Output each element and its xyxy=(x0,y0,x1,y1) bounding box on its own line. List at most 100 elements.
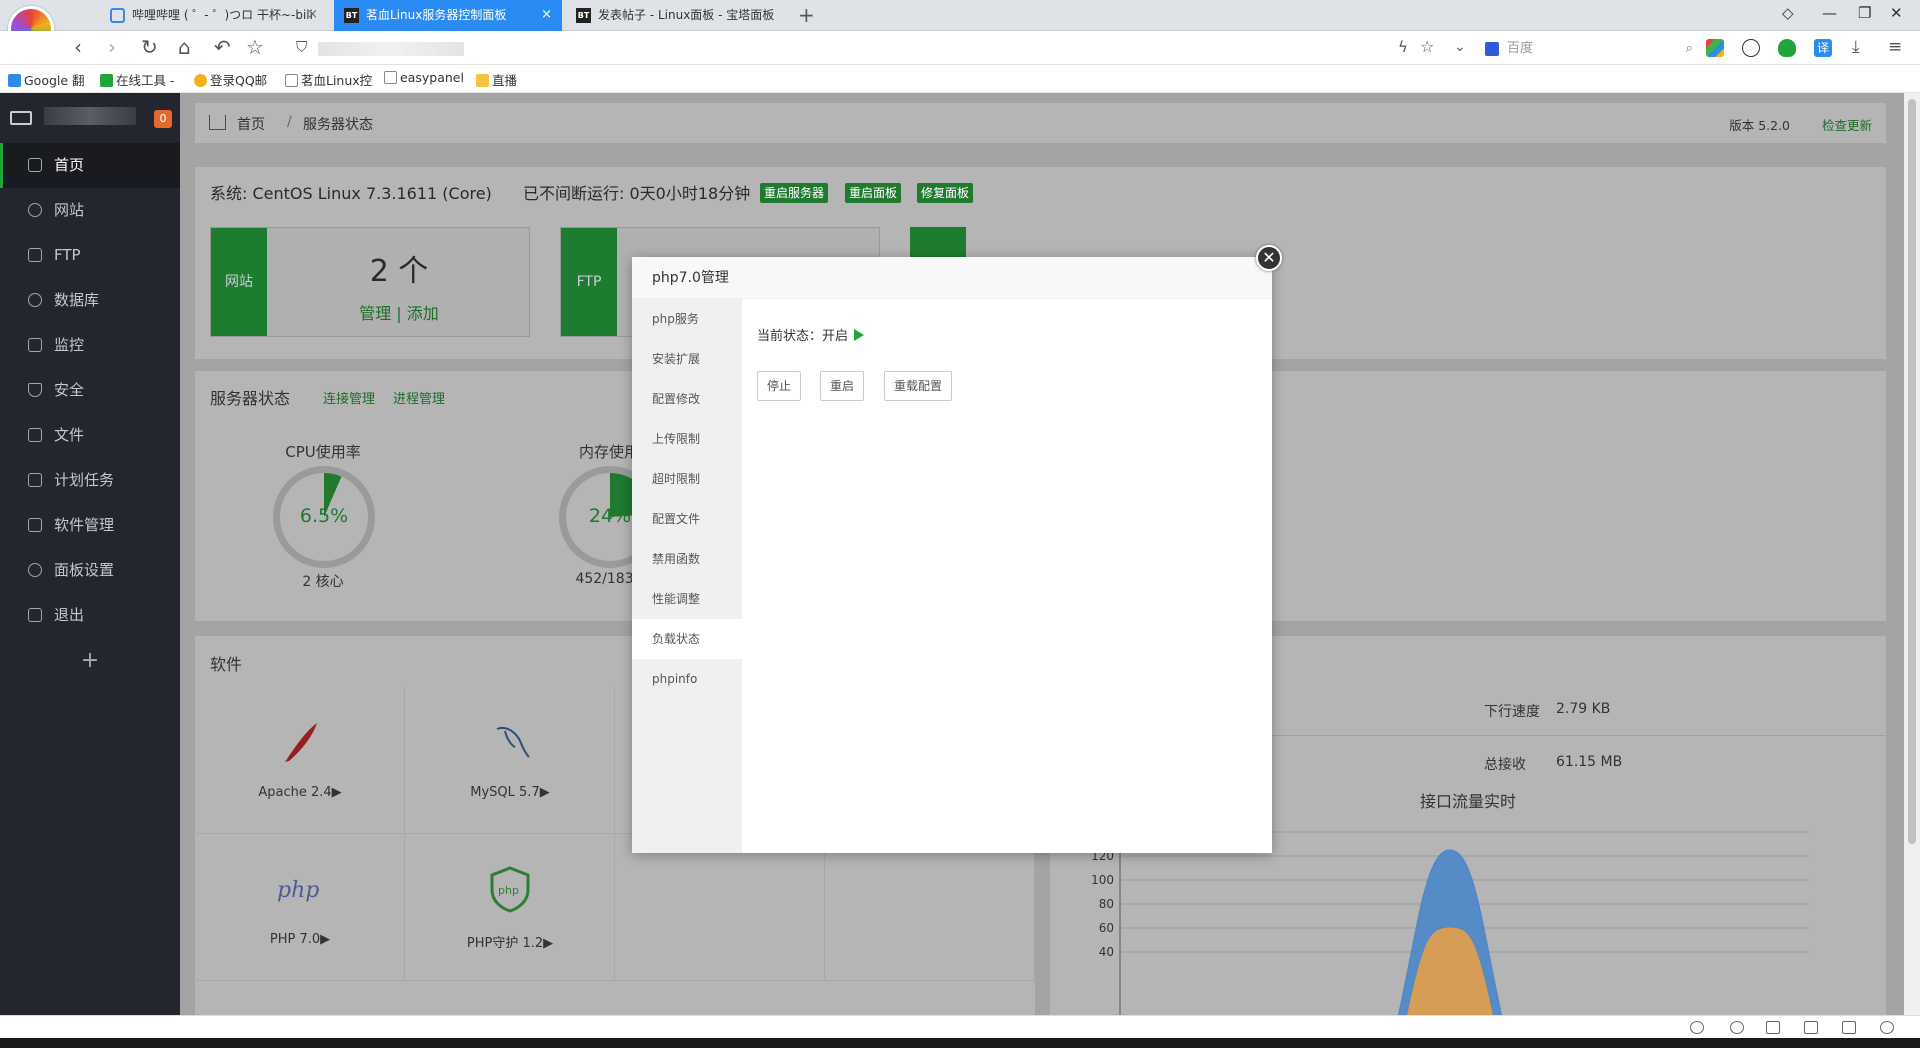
restart-button[interactable]: 重启 xyxy=(820,371,865,401)
tool-icon xyxy=(100,74,113,87)
restart-panel-button[interactable]: 重启面板 xyxy=(845,183,902,203)
os-taskbar xyxy=(0,1038,1920,1048)
skin-icon[interactable]: ◇ xyxy=(1782,4,1794,22)
software-item[interactable]: MySQL 5.7▶ xyxy=(405,687,615,834)
sidebar-item-settings[interactable]: 面板设置 xyxy=(0,548,180,593)
star-icon[interactable]: ☆ xyxy=(246,36,264,58)
php-manage-dialog: php7.0管理 php服务 安装扩展 配置修改 上传限制 超时限制 配置文件 … xyxy=(632,257,1272,853)
software-item[interactable]: php PHP守护 1.2▶ xyxy=(405,834,615,981)
breadcrumb-home[interactable]: 首页 xyxy=(237,114,265,134)
home-icon xyxy=(209,115,226,130)
sidebar-item-monitor[interactable]: 监控 xyxy=(0,323,180,368)
cat-icon[interactable] xyxy=(1742,39,1760,57)
back-icon[interactable]: ‹ xyxy=(74,36,82,58)
sound-icon[interactable] xyxy=(1804,1021,1818,1034)
sidebar-item-security[interactable]: 安全 xyxy=(0,368,180,413)
sidebar-add-button[interactable]: + xyxy=(0,638,180,683)
apps-icon[interactable] xyxy=(1706,39,1724,57)
software-item[interactable]: php PHP 7.0▶ xyxy=(195,834,405,981)
undo-icon[interactable]: ↶ xyxy=(214,36,231,58)
y-tick-label: 100 xyxy=(1091,873,1114,887)
page-scrollbar[interactable] xyxy=(1904,93,1920,1015)
repair-panel-button[interactable]: 修复面板 xyxy=(917,183,974,203)
menu-install-ext[interactable]: 安装扩展 xyxy=(632,339,742,379)
restore-icon[interactable]: ❐ xyxy=(1858,4,1871,22)
security-guard-icon[interactable] xyxy=(1778,39,1796,57)
sidebar-item-site[interactable]: 网站 xyxy=(0,188,180,233)
sidebar-item-logout[interactable]: 退出 xyxy=(0,593,180,638)
stop-button[interactable]: 停止 xyxy=(757,371,802,401)
cpu-gauge[interactable]: 6.5% xyxy=(273,466,375,568)
new-tab-button[interactable]: + xyxy=(798,3,815,27)
message-badge[interactable]: 0 xyxy=(154,110,172,128)
zoom-icon[interactable] xyxy=(1880,1021,1894,1034)
site-links[interactable]: 管理 | 添加 xyxy=(267,300,531,324)
bookmark-star-icon[interactable]: ☆ xyxy=(1420,36,1434,58)
home-icon[interactable]: ⌂ xyxy=(178,36,191,58)
menu-load-status[interactable]: 负载状态 xyxy=(632,619,742,659)
globe-icon xyxy=(28,203,42,217)
down-speed-value: 2.79 KB xyxy=(1556,701,1611,717)
url-input[interactable] xyxy=(318,42,464,56)
y-tick-label: 60 xyxy=(1099,921,1114,935)
bookmark-item[interactable]: 直播 xyxy=(476,70,517,89)
software-item[interactable]: Apache 2.4▶ xyxy=(195,687,405,834)
speed-icon[interactable] xyxy=(1730,1021,1744,1034)
menu-phpinfo[interactable]: phpinfo xyxy=(632,659,742,699)
sidebar-item-files[interactable]: 文件 xyxy=(0,413,180,458)
menu-config-file[interactable]: 配置文件 xyxy=(632,499,742,539)
menu-timeout-limit[interactable]: 超时限制 xyxy=(632,459,742,499)
process-manage-link[interactable]: 进程管理 xyxy=(393,388,445,407)
rocket-icon[interactable] xyxy=(1690,1021,1704,1034)
bookmark-item[interactable]: 在线工具 - xyxy=(100,70,174,89)
dialog-menu: php服务 安装扩展 配置修改 上传限制 超时限制 配置文件 禁用函数 性能调整… xyxy=(632,299,742,853)
reload-config-button[interactable]: 重载配置 xyxy=(884,371,953,401)
tab-post[interactable]: BT 发表帖子 - Linux面板 - 宝塔面板 xyxy=(566,0,792,31)
translate-icon[interactable]: 译 xyxy=(1814,39,1832,57)
menu-disabled-functions[interactable]: 禁用函数 xyxy=(632,539,742,579)
sidebar-item-software[interactable]: 软件管理 xyxy=(0,503,180,548)
software-item[interactable] xyxy=(825,834,1035,981)
bookmark-item[interactable]: easypanel xyxy=(384,70,464,85)
dialog-close-button[interactable]: ✕ xyxy=(1256,245,1282,271)
bookmark-item[interactable]: 登录QQ邮 xyxy=(194,70,267,89)
window-icon[interactable] xyxy=(1842,1021,1856,1034)
lightning-icon[interactable]: ϟ xyxy=(1398,36,1408,58)
scroll-thumb[interactable] xyxy=(1908,99,1916,844)
reload-icon[interactable]: ↻ xyxy=(141,36,158,58)
y-tick-label: 40 xyxy=(1099,945,1114,959)
qq-mail-icon xyxy=(194,74,207,87)
menu-php-service[interactable]: php服务 xyxy=(632,299,742,339)
sidebar-item-ftp[interactable]: FTP xyxy=(0,233,180,278)
tab-close-icon[interactable]: × xyxy=(307,0,318,30)
restart-server-button[interactable]: 重启服务器 xyxy=(760,183,829,203)
tab-close-icon[interactable]: × xyxy=(541,0,552,30)
trash-icon[interactable] xyxy=(1766,1021,1780,1034)
check-update-link[interactable]: 检查更新 xyxy=(1822,115,1872,134)
menu-icon[interactable]: ≡ xyxy=(1888,36,1902,58)
menu-upload-limit[interactable]: 上传限制 xyxy=(632,419,742,459)
bookmark-item[interactable]: 茗血Linux控 xyxy=(285,70,372,89)
tab-bt-panel[interactable]: BT 茗血Linux服务器控制面板 × xyxy=(334,0,562,31)
minimize-icon[interactable]: — xyxy=(1822,4,1837,22)
google-translate-icon xyxy=(8,74,21,87)
software-item[interactable] xyxy=(615,834,825,981)
sidebar-item-database[interactable]: 数据库 xyxy=(0,278,180,323)
menu-performance[interactable]: 性能调整 xyxy=(632,579,742,619)
dialog-body: 当前状态：开启 停止 重启 重载配置 xyxy=(742,299,1272,853)
tab-bilibili[interactable]: 哔哩哔哩 ( ゜- ゜)つロ 干杯~-bili × xyxy=(100,0,328,31)
baidu-icon xyxy=(1485,42,1499,56)
server-icon xyxy=(10,111,32,125)
forward-icon[interactable]: › xyxy=(108,36,116,58)
menu-config-edit[interactable]: 配置修改 xyxy=(632,379,742,419)
bilibili-icon xyxy=(110,8,125,23)
sidebar-item-cron[interactable]: 计划任务 xyxy=(0,458,180,503)
download-icon[interactable]: ⤓ xyxy=(1852,36,1860,58)
search-icon[interactable]: ⌕ xyxy=(1686,37,1693,61)
sidebar-item-home[interactable]: 首页 xyxy=(0,143,180,188)
connection-manage-link[interactable]: 连接管理 xyxy=(323,388,375,407)
close-window-icon[interactable]: ✕ xyxy=(1890,4,1903,22)
chevron-down-icon[interactable]: ⌄ xyxy=(1454,36,1466,58)
bookmark-item[interactable]: Google 翻 xyxy=(8,70,85,89)
search-input[interactable]: 百度 ⌕ xyxy=(1480,36,1698,60)
